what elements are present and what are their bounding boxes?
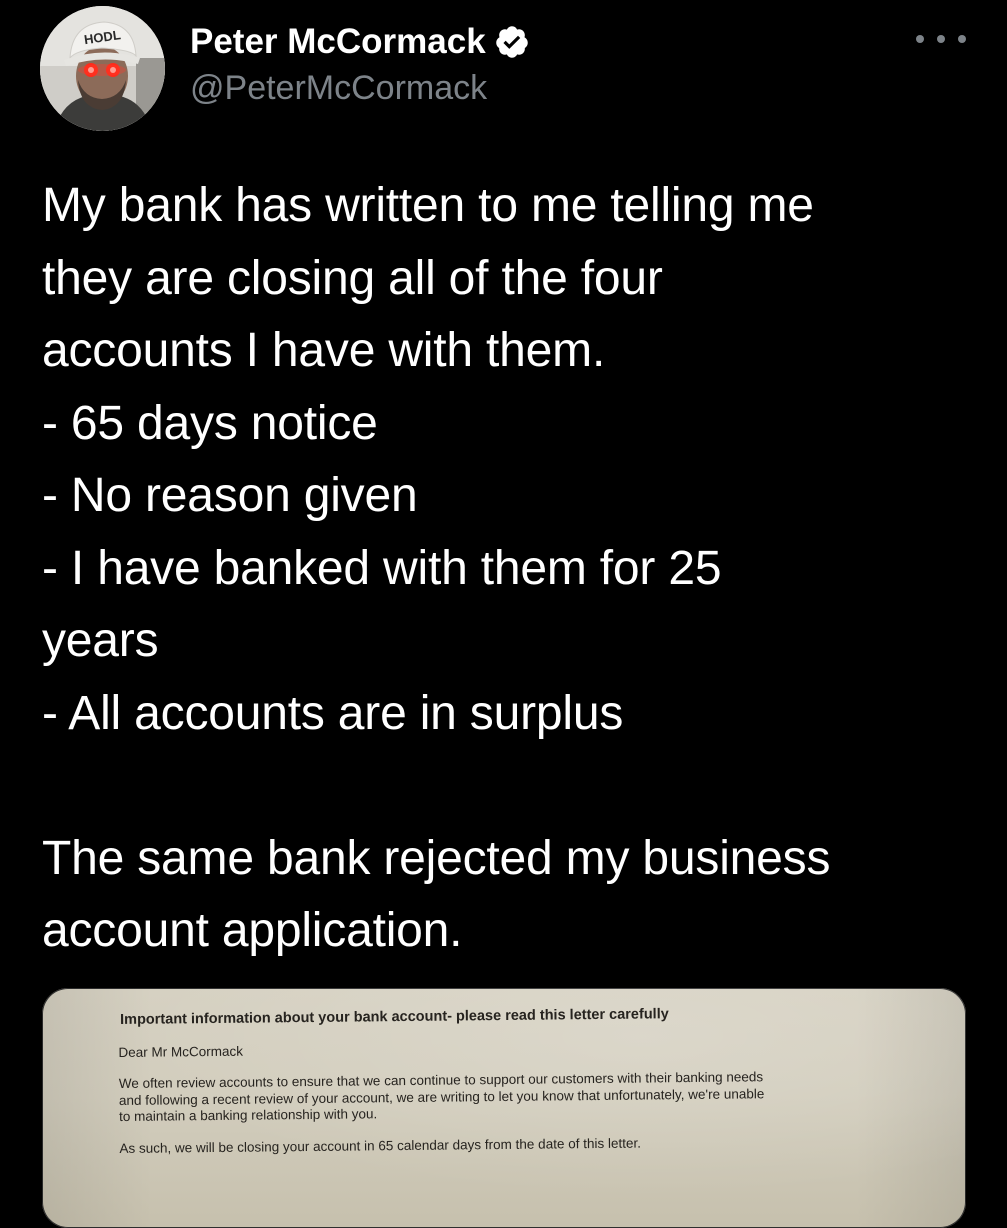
tweet-text: My bank has written to me telling me the… bbox=[42, 170, 982, 968]
avatar-image: HODL bbox=[40, 6, 165, 131]
tweet-line: - 65 days notice bbox=[42, 396, 378, 450]
tweet-line: they are closing all of the four bbox=[42, 251, 663, 305]
tweet-line: account application. bbox=[42, 904, 463, 957]
author-name[interactable]: Peter McCormack bbox=[190, 22, 486, 62]
tweet-line: My bank has written to me telling me bbox=[42, 179, 814, 232]
tweet: HODL Peter McCormack @PeterMcCormack My … bbox=[0, 0, 1007, 1228]
letter-salutation: Dear Mr McCormack bbox=[118, 1043, 244, 1060]
tweet-line: - I have banked with them for 25 bbox=[42, 541, 722, 595]
tweet-line: The same bank rejected my business bbox=[42, 831, 831, 885]
more-dots-icon bbox=[916, 35, 924, 43]
more-dots-icon bbox=[937, 35, 945, 43]
avatar[interactable]: HODL bbox=[40, 6, 165, 131]
tweet-line: - No reason given bbox=[42, 469, 418, 522]
tweet-line: accounts I have with them. bbox=[42, 324, 606, 377]
attached-letter-image[interactable]: Important information about your bank ac… bbox=[42, 988, 966, 1228]
bank-letter: Important information about your bank ac… bbox=[118, 1001, 939, 1157]
more-dots-icon bbox=[958, 35, 966, 43]
author-name-row[interactable]: Peter McCormack bbox=[190, 22, 530, 62]
tweet-line: - All accounts are in surplus bbox=[42, 686, 624, 740]
more-options-button[interactable] bbox=[916, 24, 966, 54]
verified-badge-icon bbox=[495, 26, 528, 58]
tweet-line: years bbox=[42, 614, 159, 667]
author-handle[interactable]: @PeterMcCormack bbox=[190, 68, 487, 108]
letter-paragraph: We often review accounts to ensure that … bbox=[119, 1067, 939, 1125]
